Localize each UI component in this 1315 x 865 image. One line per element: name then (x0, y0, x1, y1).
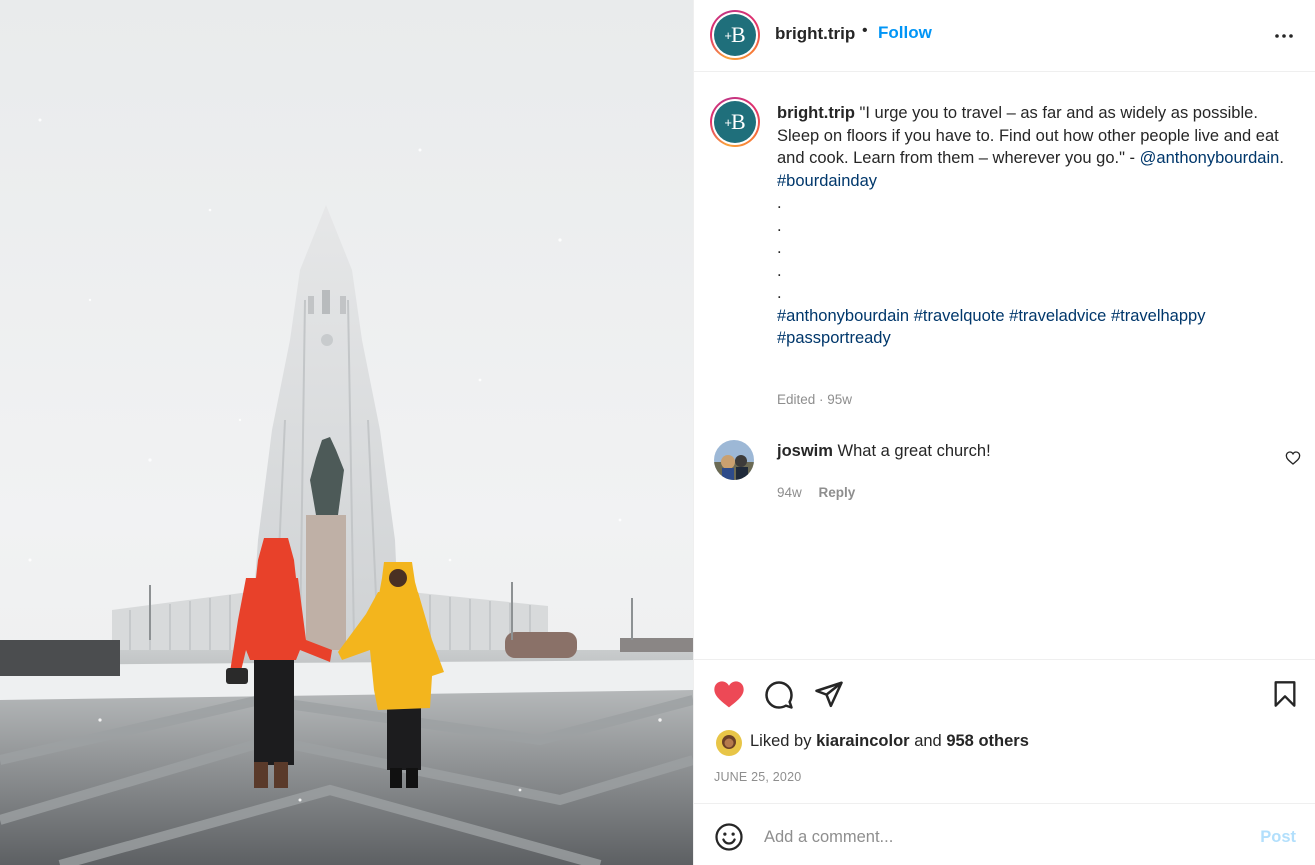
more-options-icon[interactable] (1272, 24, 1296, 54)
comment-text: What a great church! (837, 442, 991, 460)
commenter-username[interactable]: joswim (777, 442, 833, 460)
liker-avatar[interactable] (716, 730, 742, 756)
follow-button[interactable]: Follow (878, 23, 932, 43)
likes-summary: Liked by kiaraincolor and 958 others (750, 732, 1029, 751)
caption-mention-trail: . (1279, 149, 1284, 167)
comment-age: 94w (777, 485, 802, 500)
comment-meta: 94w Reply (777, 485, 855, 500)
caption-dot: . (777, 239, 782, 257)
hashtag-link[interactable]: #traveladvice (1009, 307, 1106, 325)
hashtag-link[interactable]: #passportready (777, 329, 891, 347)
post-caption: bright.trip "I urge you to travel – as f… (777, 102, 1292, 350)
comment-composer: Post (694, 803, 1315, 865)
comment-input[interactable] (764, 821, 1244, 853)
author-avatar[interactable]: + B (710, 10, 760, 60)
hashtag-link[interactable]: #anthonybourdain (777, 307, 909, 325)
likes-others-count[interactable]: 958 others (946, 732, 1029, 750)
caption-dot: . (777, 261, 782, 280)
caption-dots: . . . . . (777, 192, 1292, 305)
comment-like-heart-icon[interactable] (1285, 450, 1301, 466)
like-heart-icon[interactable] (713, 679, 745, 714)
caption-body: bright.trip "I urge you to travel – as f… (777, 102, 1292, 192)
brand-logo-icon: + B (714, 14, 756, 56)
caption-username[interactable]: bright.trip (777, 104, 855, 122)
caption-author-avatar[interactable]: + B (710, 97, 760, 147)
brand-logo-icon: + B (714, 101, 756, 143)
photo-illustration (0, 0, 693, 865)
caption-hashtag-link[interactable]: #bourdainday (777, 172, 877, 190)
post-header: + B bright.trip • Follow (694, 0, 1315, 72)
caption-dot: . (777, 216, 782, 235)
post-comment-button[interactable]: Post (1260, 828, 1296, 847)
author-username[interactable]: bright.trip (775, 24, 855, 44)
caption-dot: . (777, 284, 782, 302)
bookmark-icon[interactable] (1272, 680, 1298, 713)
caption-mention-link[interactable]: @anthonybourdain (1140, 149, 1280, 167)
caption-meta: Edited · 95w (777, 392, 853, 407)
liked-by-and: and (914, 732, 942, 750)
share-icon[interactable] (814, 679, 844, 714)
post-side-panel: + B bright.trip • Follow + B bright.trip "… (693, 0, 1315, 865)
liker-username[interactable]: kiaraincolor (816, 732, 910, 750)
caption-hashtags: #anthonybourdain #travelquote #traveladv… (777, 305, 1292, 350)
caption-dot: . (777, 194, 782, 212)
hashtag-link[interactable]: #travelquote (914, 307, 1005, 325)
comment-icon[interactable] (764, 680, 794, 715)
post-photo[interactable] (0, 0, 693, 865)
header-separator: • (862, 22, 868, 39)
post-modal: + B bright.trip • Follow + B bright.trip "… (0, 0, 1315, 865)
post-date: JUNE 25, 2020 (714, 770, 802, 784)
commenter-avatar[interactable] (714, 440, 754, 480)
liked-by-prefix: Liked by (750, 732, 812, 750)
hashtag-link[interactable]: #travelhappy (1111, 307, 1205, 325)
emoji-icon[interactable] (714, 822, 744, 852)
reply-button[interactable]: Reply (819, 485, 856, 500)
comment-body: joswim What a great church! (777, 442, 991, 461)
